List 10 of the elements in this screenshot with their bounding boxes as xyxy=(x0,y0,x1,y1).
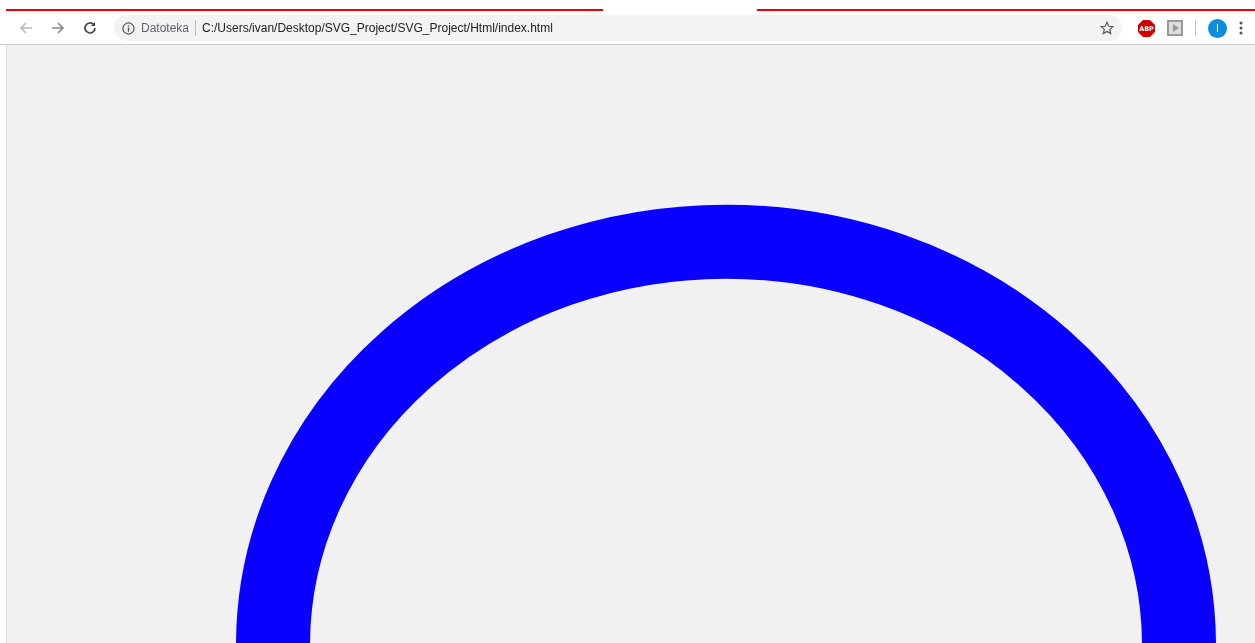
star-icon[interactable] xyxy=(1100,21,1114,35)
info-icon xyxy=(122,21,135,35)
url-text: C:/Users/ivan/Desktop/SVG_Project/SVG_Project/Html/index.html xyxy=(202,21,554,35)
forward-arrow-icon xyxy=(51,21,65,35)
menu-icon[interactable] xyxy=(1239,21,1243,35)
address-bar[interactable]: Datoteka C:/Users/ivan/Desktop/SVG_Project/SVG_Project/Html/index.html xyxy=(114,15,1122,41)
back-arrow-icon xyxy=(19,21,33,35)
reload-icon xyxy=(83,21,97,35)
profile-avatar[interactable]: I xyxy=(1208,18,1227,38)
security-label: Datoteka xyxy=(141,21,190,35)
